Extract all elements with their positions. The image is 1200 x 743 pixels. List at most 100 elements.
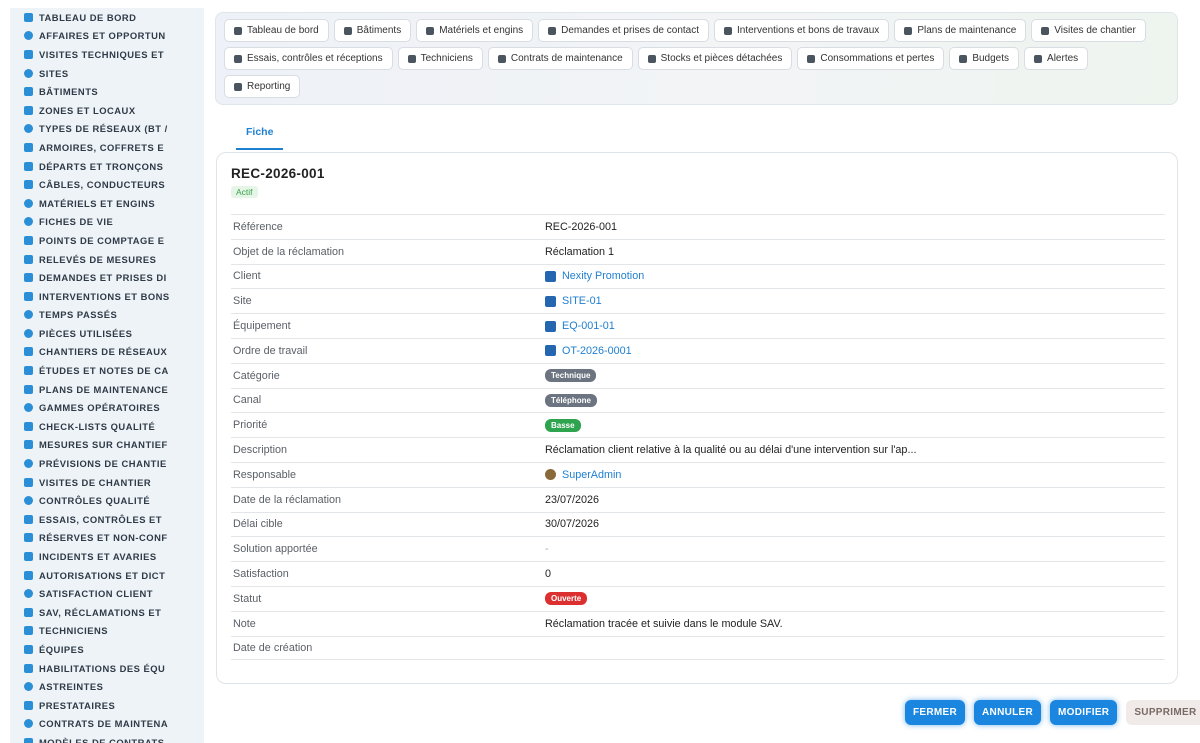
sidebar-item[interactable]: SITES	[10, 64, 204, 83]
clock-icon	[24, 310, 33, 320]
sidebar-item[interactable]: BÂTIMENTS	[10, 82, 204, 101]
link-text[interactable]: EQ-001-01	[562, 320, 615, 332]
nav-button[interactable]: Stocks et pièces détachées	[637, 47, 793, 70]
sidebar-item[interactable]: MODÈLES DE CONTRATS	[10, 733, 204, 743]
sidebar-item[interactable]: RELEVÉS DE MESURES	[10, 250, 204, 269]
sidebar-item[interactable]: CÂBLES, CONDUCTEURS	[10, 175, 204, 194]
sidebar-item[interactable]: VISITES TECHNIQUES ET	[10, 45, 204, 64]
nav-button-label: Consommations et pertes	[820, 53, 935, 64]
nav-button[interactable]: Matériels et engins	[416, 19, 534, 42]
sidebar-item[interactable]: PRÉVISIONS DE CHANTIE	[10, 454, 204, 473]
link-text[interactable]: OT-2026-0001	[562, 345, 632, 357]
sidebar-item[interactable]: ARMOIRES, COFFRETS E	[10, 138, 204, 157]
sidebar-item[interactable]: ESSAIS, CONTRÔLES ET	[10, 510, 204, 529]
sidebar-item[interactable]: INTERVENTIONS ET BONS	[10, 287, 204, 306]
field-link[interactable]: SuperAdmin	[545, 469, 621, 481]
nav-button[interactable]: Budgets	[949, 47, 1020, 70]
sidebar-item-label: TYPES DE RÉSEAUX (BT /	[39, 123, 168, 135]
nav-button[interactable]: Plans de maintenance	[894, 19, 1027, 42]
sidebar-item-label: MESURES SUR CHANTIEF	[39, 439, 168, 451]
sidebar-item[interactable]: HABILITATIONS DES ÉQU	[10, 659, 204, 678]
sidebar-item[interactable]: TEMPS PASSÉS	[10, 306, 204, 325]
field-link[interactable]: Nexity Promotion	[545, 270, 644, 282]
field-label: Référence	[233, 220, 283, 233]
sidebar-item[interactable]: MATÉRIELS ET ENGINS	[10, 194, 204, 213]
field-link[interactable]: SITE-01	[545, 295, 602, 307]
sidebar-item[interactable]: ÉQUIPES	[10, 640, 204, 659]
shield-check-icon	[24, 496, 33, 506]
building-icon	[24, 87, 33, 97]
nav-button[interactable]: Bâtiments	[333, 19, 412, 42]
sidebar-item-label: VISITES DE CHANTIER	[39, 476, 152, 488]
edit-button[interactable]: MODIFIER	[1050, 700, 1118, 725]
sidebar-item[interactable]: TYPES DE RÉSEAUX (BT /	[10, 120, 204, 139]
sidebar-item[interactable]: AUTORISATIONS ET DICT	[10, 566, 204, 585]
sidebar-item[interactable]: ÉTUDES ET NOTES DE CA	[10, 361, 204, 380]
gauge-icon	[24, 235, 33, 245]
sidebar-item[interactable]: CONTRÔLES QUALITÉ	[10, 491, 204, 510]
nav-button[interactable]: Techniciens	[397, 47, 483, 70]
sidebar-item[interactable]: TECHNICIENS	[10, 622, 204, 641]
sidebar-item[interactable]: SATISFACTION CLIENT	[10, 584, 204, 603]
sidebar-item[interactable]: AFFAIRES ET OPPORTUN	[10, 27, 204, 46]
field-label: Responsable	[233, 468, 297, 481]
grid-icon	[24, 105, 33, 115]
sidebar-item[interactable]: POINTS DE COMPTAGE E	[10, 231, 204, 250]
sidebar-item[interactable]: PIÈCES UTILISÉES	[10, 324, 204, 343]
sidebar-item[interactable]: ASTREINTES	[10, 677, 204, 696]
nav-button[interactable]: Consommations et pertes	[797, 47, 945, 70]
sidebar-item[interactable]: SAV, RÉCLAMATIONS ET	[10, 603, 204, 622]
close-button[interactable]: FERMER	[905, 700, 966, 725]
nav-button[interactable]: Alertes	[1024, 47, 1089, 70]
sidebar-item[interactable]: RÉSERVES ET NON-CONF	[10, 529, 204, 548]
sidebar-item[interactable]: DEMANDES ET PRISES DI	[10, 268, 204, 287]
sidebar-item[interactable]: TABLEAU DE BORD	[10, 8, 204, 27]
sidebar-item[interactable]: VISITES DE CHANTIER	[10, 473, 204, 492]
file-contract-icon	[24, 719, 33, 729]
delete-button[interactable]: SUPPRIMER	[1126, 700, 1200, 725]
nav-button[interactable]: Interventions et bons de travaux	[714, 19, 890, 42]
field-label: Client	[233, 270, 261, 283]
sidebar-item-label: CONTRATS DE MAINTENA	[39, 718, 169, 730]
sidebar-item[interactable]: MESURES SUR CHANTIEF	[10, 436, 204, 455]
table-row: Référence REC-2026-001	[231, 214, 1165, 239]
sidebar-item[interactable]: ZONES ET LOCAUX	[10, 101, 204, 120]
nav-button[interactable]: Visites de chantier	[1031, 19, 1146, 42]
field-link[interactable]: EQ-001-01	[545, 320, 615, 332]
cancel-button[interactable]: ANNULER	[974, 700, 1042, 725]
sidebar-item[interactable]: FICHES DE VIE	[10, 213, 204, 232]
nav-button[interactable]: Demandes et prises de contact	[538, 19, 709, 42]
tab-fiche[interactable]: Fiche	[236, 122, 284, 150]
nav-button[interactable]: Reporting	[224, 75, 301, 98]
nav-button-label: Interventions et bons de travaux	[737, 25, 880, 36]
sidebar-item-label: AUTORISATIONS ET DICT	[39, 569, 166, 581]
sidebar-item-label: ÉQUIPES	[39, 643, 85, 655]
table-row: Catégorie Technique	[231, 362, 1165, 388]
table-row: Solution apportée -	[231, 536, 1165, 561]
link-text[interactable]: SITE-01	[562, 295, 602, 307]
sidebar-item-label: TABLEAU DE BORD	[39, 11, 137, 23]
thermometer-icon	[24, 440, 33, 450]
users-icon	[24, 644, 33, 654]
nav-button[interactable]: Tableau de bord	[224, 19, 329, 42]
sidebar-item[interactable]: DÉPARTS ET TRONÇONS	[10, 157, 204, 176]
sidebar-item-label: PRÉVISIONS DE CHANTIE	[39, 458, 167, 470]
phone-icon	[24, 682, 33, 692]
sidebar-item[interactable]: INCIDENTS ET AVARIES	[10, 547, 204, 566]
sidebar-item[interactable]: CONTRATS DE MAINTENA	[10, 715, 204, 734]
link-text[interactable]: SuperAdmin	[562, 469, 621, 481]
link-text[interactable]: Nexity Promotion	[562, 270, 644, 282]
table-row: Équipement EQ-001-01	[231, 313, 1165, 338]
hammer-icon	[24, 347, 33, 357]
sidebar-item[interactable]: CHECK-LISTS QUALITÉ	[10, 417, 204, 436]
sidebar-item[interactable]: CHANTIERS DE RÉSEAUX	[10, 343, 204, 362]
field-link[interactable]: OT-2026-0001	[545, 345, 632, 357]
sidebar-item[interactable]: GAMMES OPÉRATOIRES	[10, 398, 204, 417]
sidebar-item[interactable]: PRESTATAIRES	[10, 696, 204, 715]
sidebar-item-label: CHECK-LISTS QUALITÉ	[39, 420, 156, 432]
network-icon	[24, 124, 33, 134]
map-icon	[545, 345, 556, 357]
nav-button[interactable]: Contrats de maintenance	[487, 47, 633, 70]
nav-button[interactable]: Essais, contrôles et réceptions	[224, 47, 393, 70]
sidebar-item[interactable]: PLANS DE MAINTENANCE	[10, 380, 204, 399]
